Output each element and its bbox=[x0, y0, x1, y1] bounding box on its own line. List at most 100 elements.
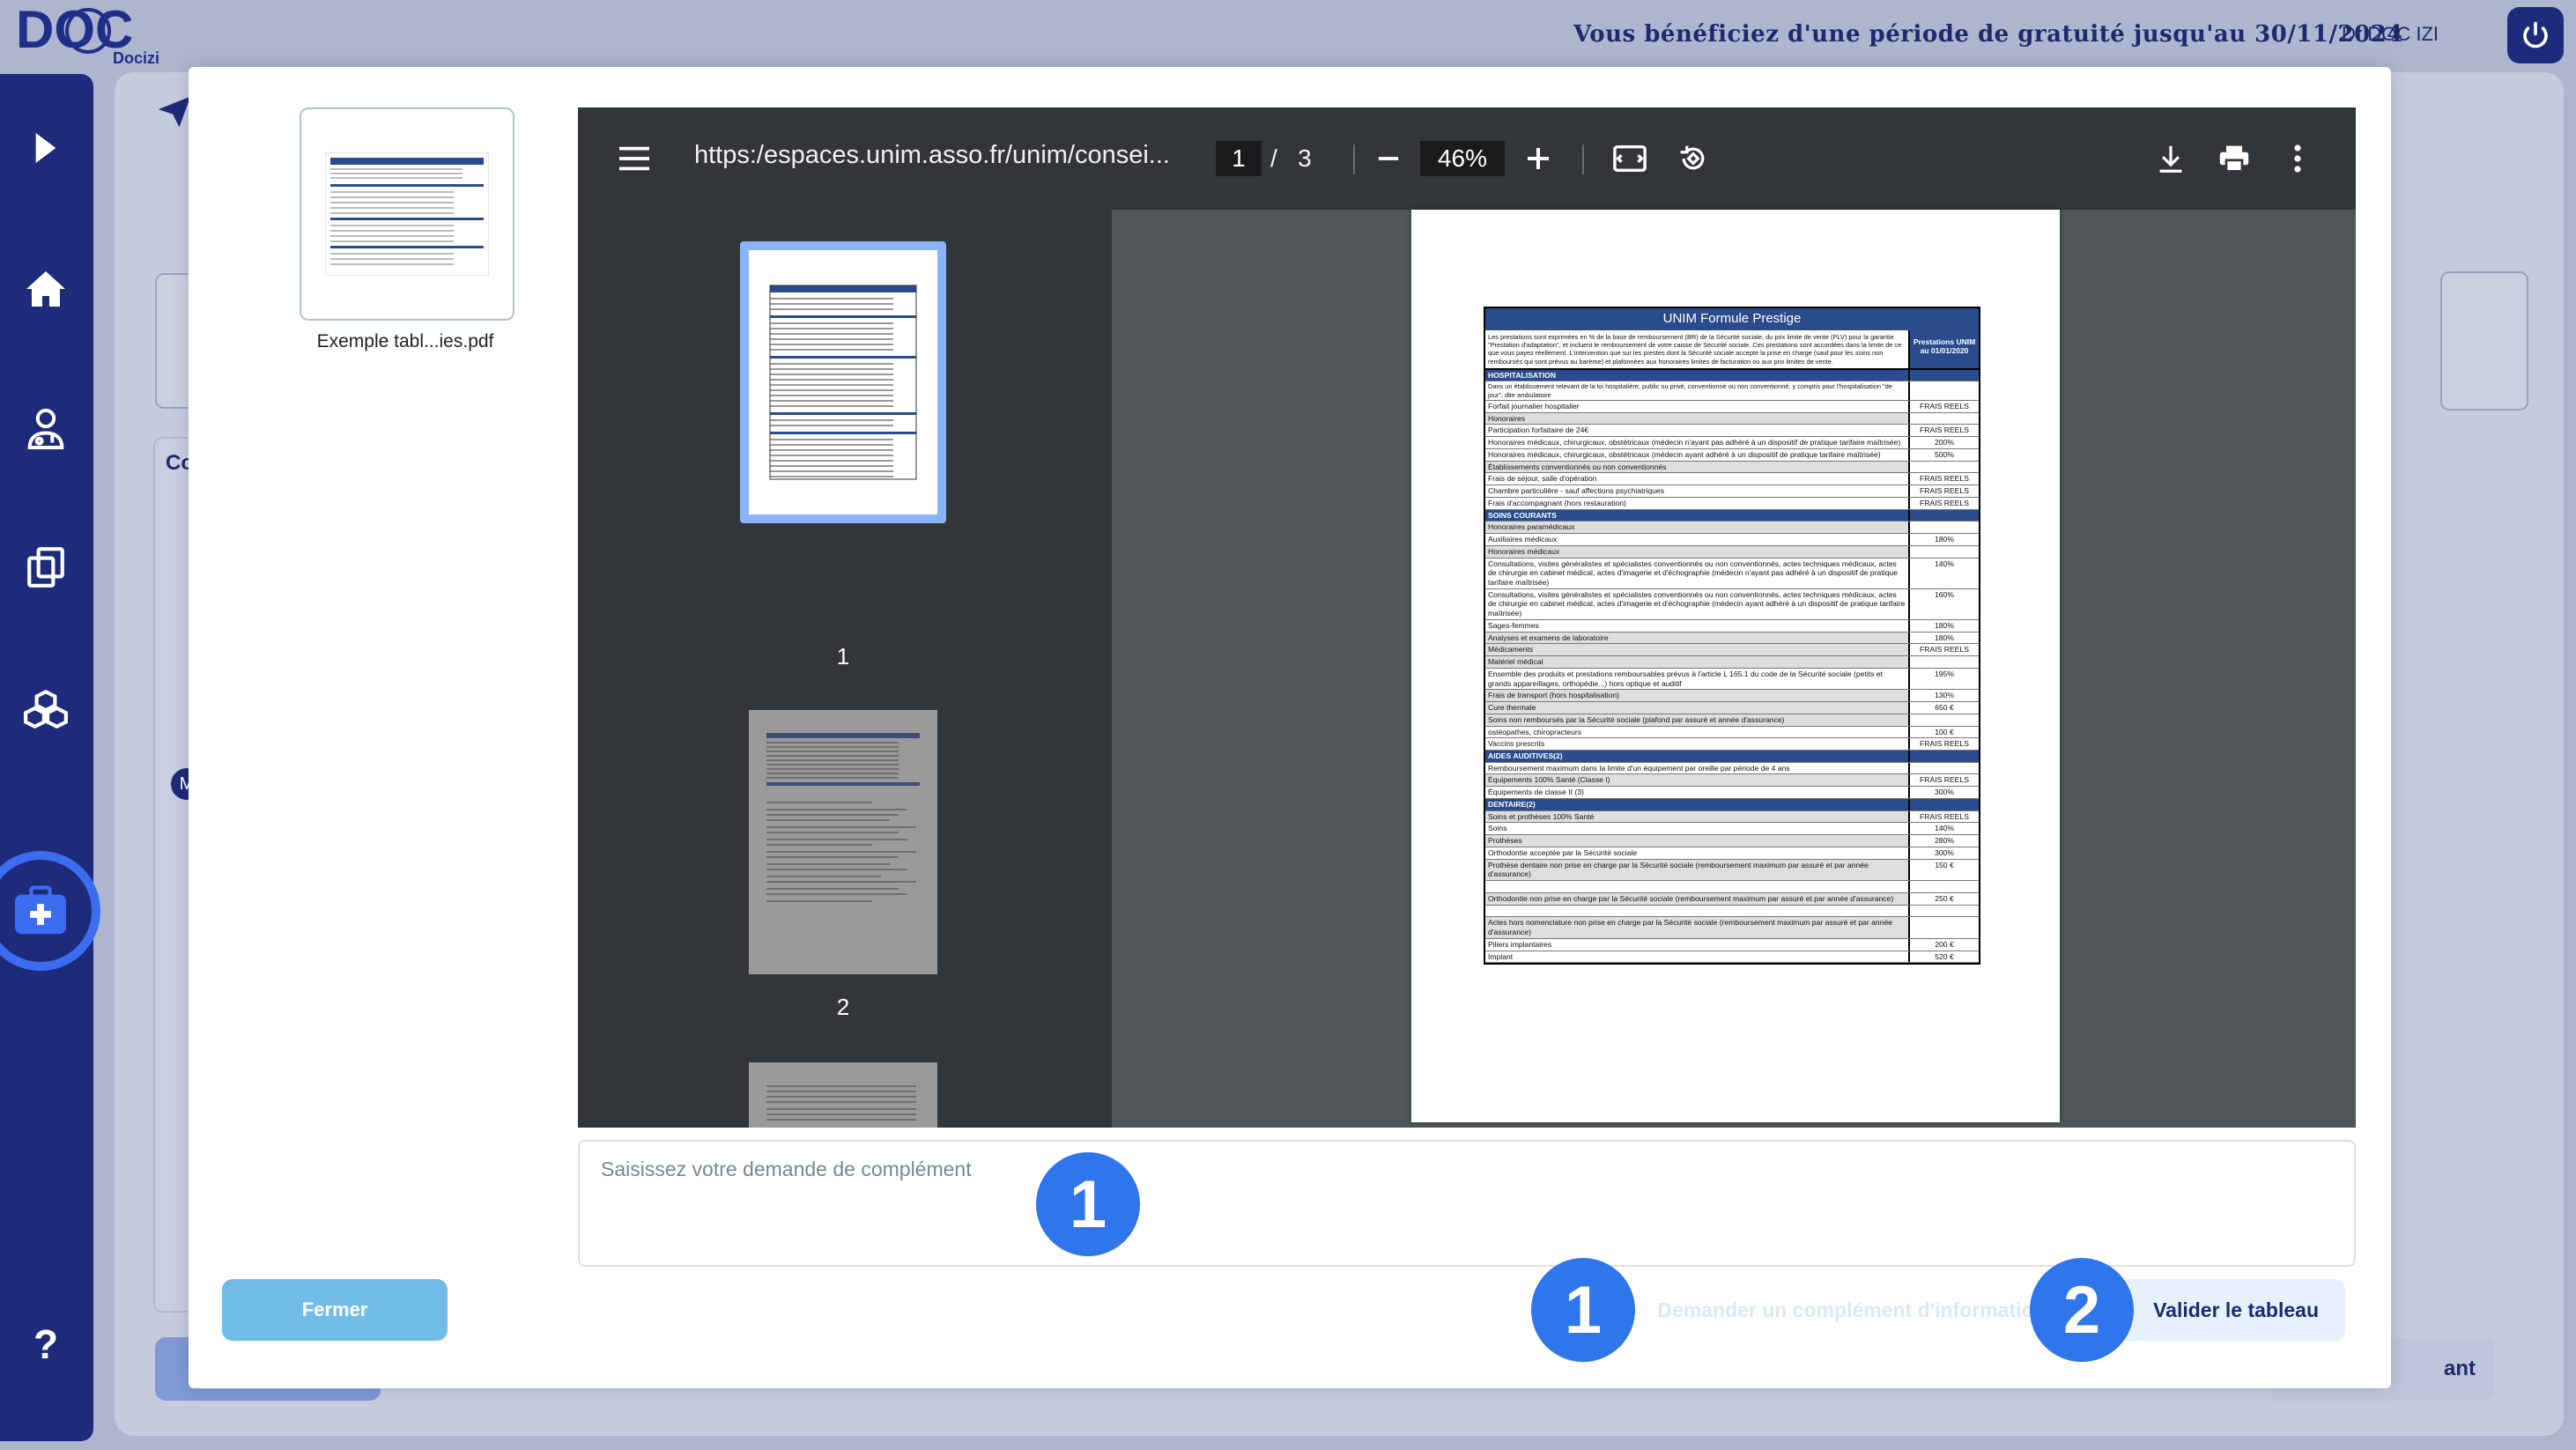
table-cell-label: Frais d'accompagnant (hors restauration) bbox=[1485, 497, 1910, 509]
table-row: Forfait journalier hospitalier FRAIS REEL… bbox=[1485, 400, 1979, 413]
page-thumbnail-3[interactable] bbox=[749, 1062, 937, 1128]
table-cell-value: 180% bbox=[1935, 633, 1954, 642]
trial-banner: Vous bénéficiez d'une période de gratuit… bbox=[1573, 21, 2403, 48]
table-row: Vaccins prescrits FRAIS REELS bbox=[1485, 738, 1979, 751]
table-cell-value bbox=[1910, 522, 1979, 533]
table-cell-label: Établissements conventionnés ou non conv… bbox=[1485, 461, 1910, 473]
table-row: Remboursement maximum dans la limite d'u… bbox=[1485, 762, 1979, 775]
table-row: HOSPITALISATION bbox=[1485, 369, 1979, 382]
table-cell-value: FRAIS REELS bbox=[1920, 498, 1969, 507]
user-name[interactable]: Dr DOC IZI bbox=[2342, 23, 2439, 46]
table-cell-value bbox=[1910, 906, 1979, 917]
fit-page-button[interactable] bbox=[1610, 139, 1649, 178]
table-cell-label: Matériel médical bbox=[1485, 656, 1910, 668]
page-number-input[interactable]: 1 bbox=[1216, 141, 1262, 176]
medical-kit-icon bbox=[15, 885, 66, 935]
table-cell-value: 195% bbox=[1935, 669, 1954, 678]
pdf-toolbar: https:/espaces.unim.asso.fr/unim/consei.… bbox=[578, 107, 2356, 210]
table-cell-label: Remboursement maximum dans la limite d'u… bbox=[1485, 762, 1910, 774]
download-button[interactable] bbox=[2151, 139, 2190, 178]
table-cell-label: Implant bbox=[1485, 951, 1910, 963]
table-row: Frais de séjour, salle d'opération FRAIS … bbox=[1485, 473, 1979, 486]
table-cell-label: Actes hors nomenclature non prise en cha… bbox=[1485, 917, 1910, 938]
table-row: Soins 140% bbox=[1485, 823, 1979, 836]
table-cell-label: Honoraires bbox=[1485, 412, 1910, 425]
zoom-level-input[interactable]: 46% bbox=[1420, 141, 1505, 176]
zoom-out-button[interactable] bbox=[1371, 141, 1406, 176]
documents-icon bbox=[27, 547, 64, 588]
sidebar-item-doctors[interactable] bbox=[19, 402, 72, 455]
page-thumbnail-1[interactable] bbox=[740, 241, 946, 523]
table-cell-value: 140% bbox=[1935, 824, 1954, 833]
table-cell-value bbox=[1910, 546, 1979, 558]
table-cell-value bbox=[1910, 656, 1979, 668]
table-row: Établissements conventionnés ou non conv… bbox=[1485, 461, 1979, 474]
table-row: Soins et prothèses 100% Santé FRAIS REELS bbox=[1485, 810, 1979, 824]
table-row: Matériel médical bbox=[1485, 656, 1979, 669]
table-cell-value: 280% bbox=[1935, 836, 1954, 846]
menu-icon[interactable] bbox=[615, 141, 654, 176]
table-cell-value: 180% bbox=[1935, 620, 1954, 630]
table-cell-value: 140% bbox=[1935, 559, 1954, 568]
table-row: Prothèse dentaire non prise en charge pa… bbox=[1485, 859, 1979, 882]
close-button[interactable]: Fermer bbox=[222, 1279, 448, 1341]
table-cell-label: Prothèse dentaire non prise en charge pa… bbox=[1485, 859, 1910, 881]
table-row: Équipements 100% Santé (Classe I) FRAIS R… bbox=[1485, 774, 1979, 788]
request-info-button[interactable]: Demander un complément d'information bbox=[1619, 1279, 2058, 1341]
fit-page-icon bbox=[1613, 144, 1647, 173]
sidebar-item-modules[interactable] bbox=[19, 682, 72, 735]
rotate-button[interactable] bbox=[1674, 139, 1713, 178]
table-row: Implant 520 € bbox=[1485, 951, 1979, 964]
table-cell-value bbox=[1910, 509, 1979, 522]
sidebar-item-mutuelle-active[interactable] bbox=[0, 851, 100, 971]
table-row: Médicaments FRAIS REELS bbox=[1485, 644, 1979, 657]
table-cell-label: Participation forfaitaire de 24€ bbox=[1485, 425, 1910, 437]
zoom-in-button[interactable] bbox=[1521, 141, 1556, 176]
table-cell-label: HOSPITALISATION bbox=[1485, 369, 1910, 381]
sidebar-item-expand[interactable] bbox=[19, 122, 72, 174]
table-row: Honoraires médicaux, chirurgicaux, obsté… bbox=[1485, 448, 1979, 462]
table-header: Les prestations sont exprimées en % de l… bbox=[1485, 329, 1979, 370]
table-cell-label: Orthodontie non prise en charge par la S… bbox=[1485, 892, 1910, 905]
table-row: Soins non remboursés par la Sécurité soc… bbox=[1485, 714, 1979, 727]
table-cell-value bbox=[1910, 763, 1979, 774]
table-row: Honoraires médicaux bbox=[1485, 545, 1979, 559]
table-row: Sages-femmes 180% bbox=[1485, 619, 1979, 633]
logout-button[interactable] bbox=[2507, 7, 2564, 63]
table-cell-value: 500% bbox=[1935, 449, 1954, 459]
table-cell-label: ostéopathes, chiropracteurs bbox=[1485, 726, 1910, 738]
table-cell-label: Frais de séjour, salle d'opération bbox=[1485, 473, 1910, 485]
page-thumbnail-2[interactable] bbox=[749, 710, 937, 974]
table-row: Honoraires médicaux, chirurgicaux, obsté… bbox=[1485, 437, 1979, 449]
table-cell-label: Vaccins prescrits bbox=[1485, 738, 1910, 751]
more-options-button[interactable] bbox=[2278, 139, 2317, 178]
sidebar-item-home[interactable] bbox=[19, 263, 72, 315]
table-row: Orthodontie non prise en charge par la S… bbox=[1485, 892, 1979, 906]
file-thumbnail[interactable] bbox=[300, 107, 514, 321]
table-cell-label: Soins non remboursés par la Sécurité soc… bbox=[1485, 714, 1910, 726]
table-cell-value: 100 € bbox=[1935, 727, 1954, 736]
table-cell-label: Honoraires paramédicaux bbox=[1485, 522, 1910, 534]
table-row: Frais d'accompagnant (hors restauration)… bbox=[1485, 497, 1979, 510]
table-cell-value: 160% bbox=[1935, 589, 1954, 599]
table-cell-value: FRAIS REELS bbox=[1920, 811, 1969, 821]
complement-request-input[interactable] bbox=[578, 1140, 2356, 1267]
table-cell-value: FRAIS REELS bbox=[1920, 486, 1969, 496]
table-cell-label: Sages-femmes bbox=[1485, 619, 1910, 632]
table-cell-value: FRAIS REELS bbox=[1920, 425, 1969, 435]
table-cell-value: 300% bbox=[1935, 847, 1954, 857]
print-button[interactable] bbox=[2215, 139, 2254, 178]
toolbar-divider bbox=[1582, 144, 1584, 174]
table-cell-value: 520 € bbox=[1935, 951, 1954, 961]
table-cell-label: Consultations, visites généralistes et s… bbox=[1485, 588, 1910, 619]
table-cell-value bbox=[1910, 798, 1979, 810]
tutorial-step-badge: 1 bbox=[1531, 1258, 1635, 1362]
table-row: Consultations, visites généralistes et s… bbox=[1485, 588, 1979, 620]
sidebar-item-documents[interactable] bbox=[19, 541, 72, 594]
table-cell-label: Forfait journalier hospitalier bbox=[1485, 400, 1910, 412]
table-row: Auxiliaires médicaux 180% bbox=[1485, 534, 1979, 546]
table-cell-value: FRAIS REELS bbox=[1920, 645, 1969, 655]
help-icon[interactable]: ? bbox=[19, 1318, 72, 1371]
page-thumbnail-label: 1 bbox=[836, 643, 850, 670]
table-row: ostéopathes, chiropracteurs 100 € bbox=[1485, 726, 1979, 739]
